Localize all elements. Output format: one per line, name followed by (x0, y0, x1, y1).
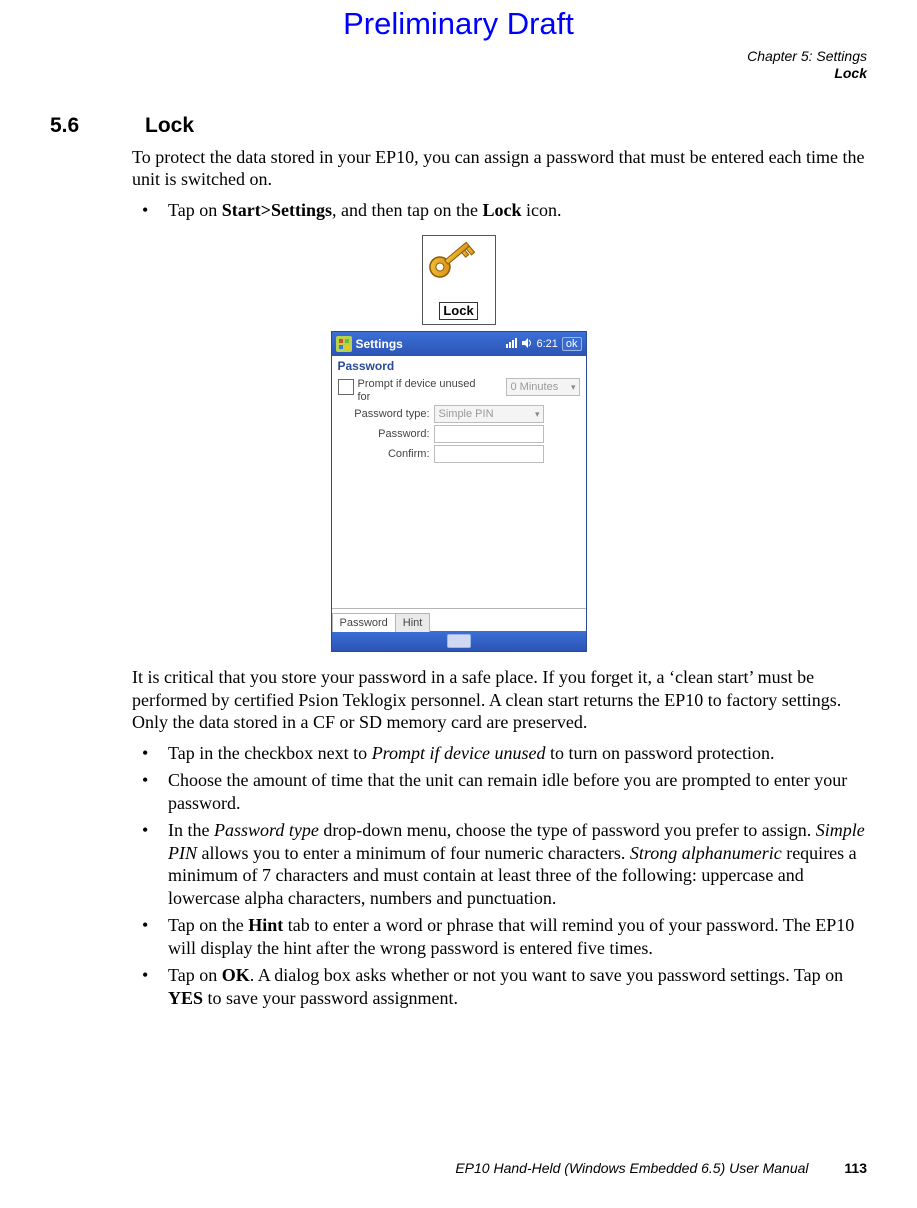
section-number: 5.6 (50, 114, 145, 138)
prompt-label: Prompt if device unused for (358, 378, 506, 403)
confirm-input[interactable] (434, 445, 544, 463)
speaker-icon (522, 338, 532, 351)
steps-list: Tap in the checkbox next to Prompt if de… (132, 742, 867, 1010)
top-bullet-list: Tap on Start>Settings, and then tap on t… (132, 199, 867, 222)
page-number: 113 (844, 1160, 867, 1176)
chapter-sub: Lock (50, 65, 867, 82)
pda-body: Prompt if device unused for 0 Minutes▾ P… (332, 376, 586, 608)
intro-paragraph: To protect the data stored in your EP10,… (132, 146, 867, 191)
key-icon (429, 241, 489, 295)
prompt-checkbox[interactable] (338, 379, 354, 395)
manual-title: EP10 Hand-Held (Windows Embedded 6.5) Us… (455, 1160, 808, 1176)
keyboard-icon[interactable] (447, 634, 471, 648)
password-type-select[interactable]: Simple PIN▾ (434, 405, 544, 423)
list-item: Tap on OK. A dialog box asks whether or … (132, 964, 867, 1009)
warning-paragraph: It is critical that you store your passw… (132, 666, 867, 734)
list-item: Tap in the checkbox next to Prompt if de… (132, 742, 867, 765)
pda-subheader: Password (332, 356, 586, 376)
start-icon (336, 336, 352, 352)
watermark-draft: Preliminary Draft (50, 0, 867, 42)
prompt-duration-select[interactable]: 0 Minutes▾ (506, 378, 580, 396)
chapter-label: Chapter 5: Settings (50, 48, 867, 65)
tab-hint[interactable]: Hint (395, 613, 431, 632)
pda-screenshot: Settings 6:21 ok Password Prompt if devi… (331, 331, 587, 652)
confirm-label: Confirm: (338, 448, 434, 460)
password-label: Password: (338, 428, 434, 440)
password-input[interactable] (434, 425, 544, 443)
page-footer: EP10 Hand-Held (Windows Embedded 6.5) Us… (50, 1160, 867, 1176)
tab-password[interactable]: Password (332, 613, 396, 632)
pda-titlebar: Settings 6:21 ok (332, 332, 586, 356)
pda-bottombar (332, 631, 586, 651)
list-item: In the Password type drop-down menu, cho… (132, 819, 867, 909)
signal-icon (506, 338, 518, 351)
pda-tabs: Password Hint (332, 608, 586, 631)
ok-button[interactable]: ok (562, 337, 582, 351)
chevron-down-icon: ▾ (535, 409, 540, 420)
pda-status: 6:21 ok (506, 337, 581, 351)
list-item: Tap on Start>Settings, and then tap on t… (132, 199, 867, 222)
lock-icon-figure: Lock (422, 235, 496, 325)
lock-icon-caption: Lock (423, 302, 495, 320)
pda-title: Settings (356, 337, 503, 351)
section-title: Lock (145, 114, 867, 138)
chevron-down-icon: ▾ (571, 382, 576, 393)
list-item: Choose the amount of time that the unit … (132, 769, 867, 814)
pda-clock: 6:21 (536, 338, 557, 350)
password-type-label: Password type: (338, 408, 434, 420)
list-item: Tap on the Hint tab to enter a word or p… (132, 914, 867, 959)
